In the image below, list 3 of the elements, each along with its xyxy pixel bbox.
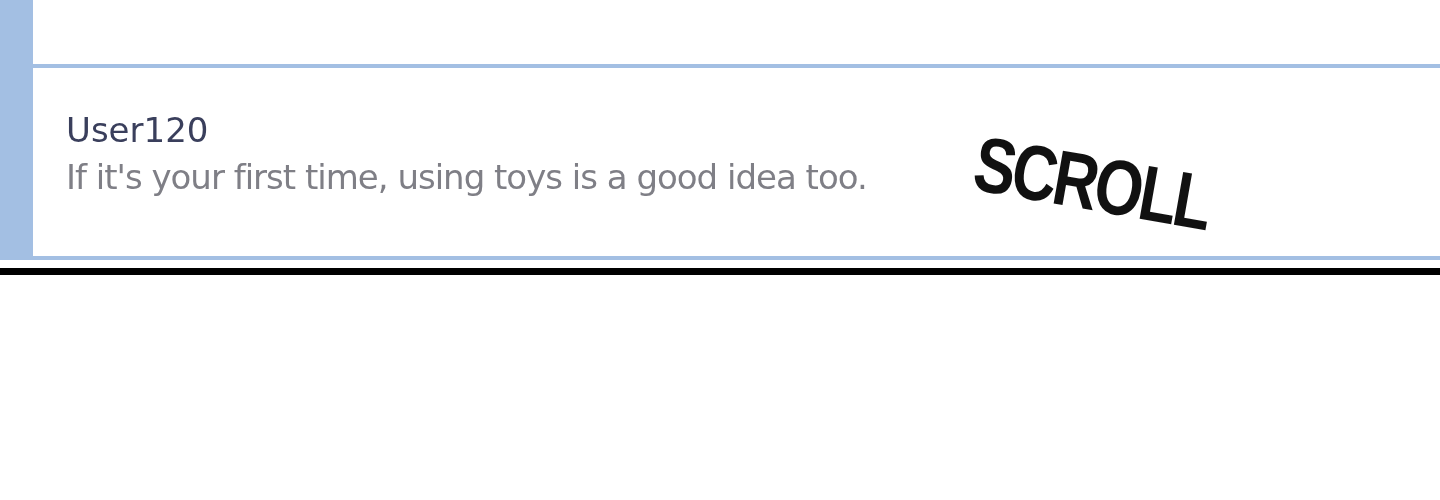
comment-username: User120 [66,109,210,152]
comment-text: If it's your first time, using toys is a good idea too. [66,156,867,199]
sound-effect-text: SCROLL [967,118,1217,249]
